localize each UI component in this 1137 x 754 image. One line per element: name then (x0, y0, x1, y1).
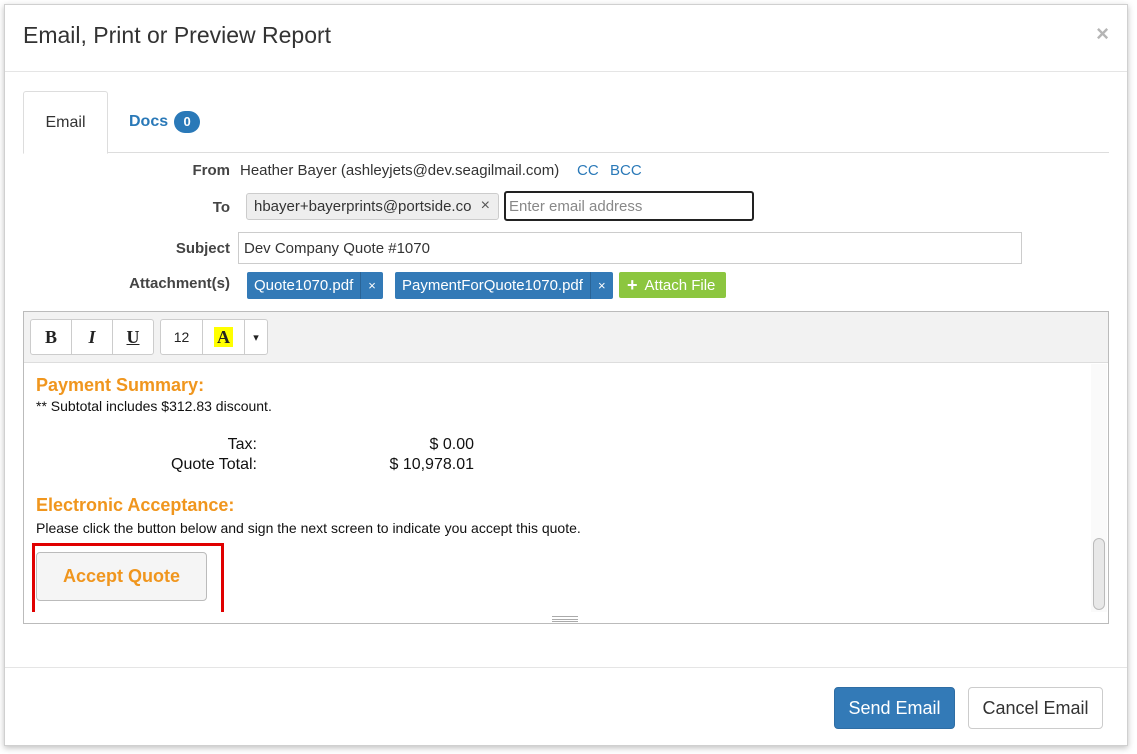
to-recipient-chip: hbayer+bayerprints@portside.co × (246, 193, 499, 220)
close-icon[interactable]: × (1096, 21, 1109, 47)
format-button-group: B I U (30, 319, 154, 355)
acceptance-instructions: Please click the button below and sign t… (36, 520, 581, 536)
from-label: From (192, 162, 231, 179)
attachment-name: Quote1070.pdf (254, 277, 354, 294)
modal-footer: Send Email Cancel Email (5, 667, 1127, 747)
attachments-label: Attachment(s) (129, 275, 230, 292)
attach-file-button[interactable]: + Attach File (619, 272, 726, 298)
remove-attachment-icon[interactable]: × (589, 272, 613, 299)
highlight-color-button[interactable]: A (203, 320, 245, 354)
font-button-group: 12 A ▾ (160, 319, 268, 355)
bold-button[interactable]: B (31, 320, 72, 354)
modal-title: Email, Print or Preview Report (23, 22, 332, 48)
font-size-button[interactable]: 12 (161, 320, 203, 354)
editor-content[interactable]: Payment Summary: ** Subtotal includes $3… (24, 364, 1092, 612)
bcc-link[interactable]: BCC (610, 162, 642, 179)
subject-input[interactable] (238, 232, 1022, 264)
tax-value: $ 0.00 (429, 436, 474, 453)
to-recipient-email: hbayer+bayerprints@portside.co (254, 198, 472, 215)
attachment-chip[interactable]: Quote1070.pdf × (247, 272, 383, 299)
remove-attachment-icon[interactable]: × (360, 272, 383, 299)
highlight-icon: A (214, 327, 233, 347)
attach-file-label: Attach File (644, 276, 716, 294)
electronic-acceptance-title: Electronic Acceptance: (36, 495, 235, 515)
italic-button[interactable]: I (72, 320, 113, 354)
tab-bar: Email Docs 0 (23, 91, 1109, 154)
tab-email[interactable]: Email (23, 91, 108, 154)
underline-button[interactable]: U (113, 320, 153, 354)
remove-recipient-icon[interactable]: × (481, 197, 490, 215)
cancel-email-button[interactable]: Cancel Email (968, 687, 1103, 729)
tab-docs[interactable]: Docs 0 (129, 91, 201, 153)
email-report-modal: Email, Print or Preview Report × Email D… (4, 4, 1128, 746)
payment-summary-title: Payment Summary: (36, 375, 205, 395)
attachment-chip[interactable]: PaymentForQuote1070.pdf × (395, 272, 613, 299)
quote-total-value: $ 10,978.01 (389, 456, 474, 473)
quote-total-label: Quote Total: (171, 456, 257, 473)
docs-count-badge: 0 (174, 111, 201, 133)
to-label: To (212, 199, 230, 216)
plus-icon: + (627, 275, 638, 295)
tax-label: Tax: (227, 436, 257, 453)
email-body-editor[interactable]: B I U 12 A ▾ Payment Summary: ** Subtota… (23, 311, 1109, 624)
editor-scrollbar[interactable] (1091, 364, 1107, 612)
tab-docs-label: Docs (129, 113, 169, 130)
cc-link[interactable]: CC (577, 162, 599, 179)
discount-note: ** Subtotal includes $312.83 discount. (36, 398, 272, 414)
to-email-input[interactable] (504, 191, 754, 221)
scrollbar-thumb[interactable] (1093, 538, 1105, 610)
modal-header: Email, Print or Preview Report × (5, 5, 1127, 72)
subject-label: Subject (175, 240, 230, 257)
chevron-down-icon[interactable]: ▾ (245, 320, 267, 354)
resize-handle-icon[interactable] (552, 616, 578, 623)
attachment-name: PaymentForQuote1070.pdf (402, 277, 583, 294)
send-email-button[interactable]: Send Email (834, 687, 955, 729)
tab-email-label: Email (45, 113, 86, 131)
highlight-box (32, 543, 224, 612)
from-value: Heather Bayer (ashleyjets@dev.seagilmail… (240, 162, 560, 179)
editor-toolbar: B I U 12 A ▾ (24, 312, 1108, 363)
